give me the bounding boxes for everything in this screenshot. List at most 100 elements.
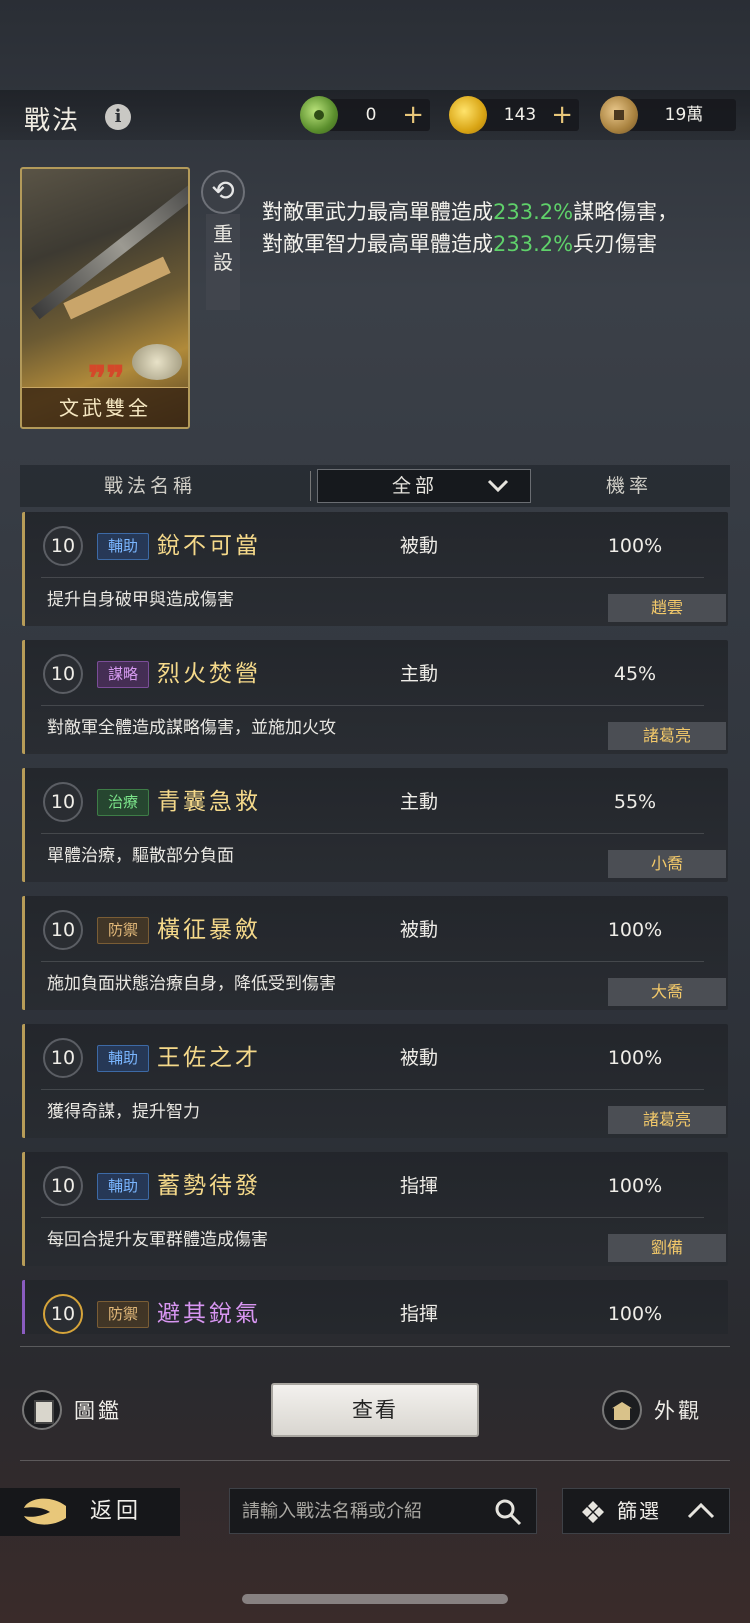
skill-name: 烈火焚營 xyxy=(157,661,261,687)
gold-currency: 143 + xyxy=(449,96,579,134)
appearance-icon[interactable] xyxy=(602,1390,642,1430)
level-badge: 10 xyxy=(43,1294,83,1334)
gold-plus-button[interactable]: + xyxy=(551,99,573,131)
skill-tag: 防禦 xyxy=(97,917,149,944)
row-divider xyxy=(41,577,704,578)
type-filter-dropdown[interactable]: 全部 xyxy=(317,469,531,503)
skill-owner: 劉備 xyxy=(608,1234,726,1262)
view-button[interactable]: 查看 xyxy=(271,1383,479,1437)
skill-name: 橫征暴斂 xyxy=(157,917,261,943)
filter-icon xyxy=(582,1501,604,1523)
skill-desc: 單體治療，驅散部分負面 xyxy=(47,846,234,866)
skill-row[interactable]: 10 防禦 避其銳氣 指揮 100% xyxy=(22,1280,728,1334)
coin-icon xyxy=(600,96,638,134)
skill-tag: 輔助 xyxy=(97,1045,149,1072)
search-box[interactable] xyxy=(229,1488,537,1534)
skill-rate: 45% xyxy=(613,663,657,685)
skill-name: 避其銳氣 xyxy=(157,1301,261,1327)
skill-tag: 謀略 xyxy=(97,661,149,688)
coin-value: 19萬 xyxy=(664,105,704,125)
skill-desc: 施加負面狀態治療自身，降低受到傷害 xyxy=(47,974,336,994)
level-badge: 10 xyxy=(43,526,83,566)
appearance-button-label[interactable]: 外觀 xyxy=(654,1395,702,1425)
skill-description: 對敵軍武力最高單體造成233.2%謀略傷害，對敵軍智力最高單體造成233.2%兵… xyxy=(262,196,682,260)
level-badge: 10 xyxy=(43,1038,83,1078)
skill-rate: 100% xyxy=(607,1175,663,1197)
level-badge: 10 xyxy=(43,654,83,694)
skill-owner: 大喬 xyxy=(608,978,726,1006)
row-divider xyxy=(41,1217,704,1218)
cup-art xyxy=(132,344,182,380)
skill-tag: 輔助 xyxy=(97,1173,149,1200)
skill-type: 指揮 xyxy=(400,1175,439,1197)
skill-name: 青囊急救 xyxy=(157,789,261,815)
desc-text-1: 對敵軍武力最高單體造成 xyxy=(262,200,493,224)
column-rate-header: 機率 xyxy=(606,475,653,497)
chevron-down-icon xyxy=(487,479,509,493)
skill-rate: 100% xyxy=(607,919,663,941)
back-button[interactable]: 返回 xyxy=(0,1488,180,1536)
home-indicator xyxy=(242,1594,508,1604)
skill-type: 被動 xyxy=(400,535,439,557)
coin-currency: 19萬 xyxy=(600,96,736,134)
skill-row[interactable]: 10 治療 青囊急救 主動 55% 單體治療，驅散部分負面 小喬 xyxy=(22,768,728,882)
jade-icon xyxy=(300,96,338,134)
skill-owner: 諸葛亮 xyxy=(608,1106,726,1134)
card-name: 文武雙全 xyxy=(22,387,188,427)
skill-type: 指揮 xyxy=(400,1303,439,1325)
skill-desc: 對敵軍全體造成謀略傷害，並施加火攻 xyxy=(47,718,336,738)
row-divider xyxy=(41,961,704,962)
skill-type: 被動 xyxy=(400,1047,439,1069)
page-title: 戰法 xyxy=(24,106,81,136)
reset-button-label[interactable]: 重設 xyxy=(210,220,236,276)
jade-value: 0 xyxy=(365,105,377,125)
jade-currency: 0 + xyxy=(300,96,430,134)
desc-highlight-2: 233.2% xyxy=(493,232,574,256)
reset-icon[interactable]: ⟲ xyxy=(201,170,245,214)
skill-rate: 100% xyxy=(607,535,663,557)
catalog-button-label[interactable]: 圖鑑 xyxy=(74,1395,122,1425)
divider xyxy=(20,1460,730,1461)
skill-tag: 治療 xyxy=(97,789,149,816)
skill-row[interactable]: 10 輔助 銳不可當 被動 100% 提升自身破甲與造成傷害 趙雲 xyxy=(22,512,728,626)
skill-row[interactable]: 10 輔助 王佐之才 被動 100% 獲得奇謀，提升智力 諸葛亮 xyxy=(22,1024,728,1138)
skill-tag: 防禦 xyxy=(97,1301,149,1328)
desc-highlight-1: 233.2% xyxy=(493,200,574,224)
table-header: 戰法名稱 全部 機率 xyxy=(20,465,730,507)
skill-type: 主動 xyxy=(400,663,439,685)
column-name-header: 戰法名稱 xyxy=(104,475,197,497)
skill-row[interactable]: 10 防禦 橫征暴斂 被動 100% 施加負面狀態治療自身，降低受到傷害 大喬 xyxy=(22,896,728,1010)
chevron-up-icon[interactable] xyxy=(687,1501,715,1521)
skill-type: 主動 xyxy=(400,791,439,813)
catalog-icon[interactable] xyxy=(22,1390,62,1430)
level-badge: 10 xyxy=(43,1166,83,1206)
filter-value: 全部 xyxy=(392,475,439,497)
skill-card[interactable]: ❞❞ 文武雙全 xyxy=(20,167,190,429)
back-label: 返回 xyxy=(90,1499,143,1524)
filter-button[interactable]: 篩選 xyxy=(562,1488,730,1534)
skill-desc: 每回合提升友軍群體造成傷害 xyxy=(47,1230,268,1250)
header-divider xyxy=(310,471,311,501)
jade-plus-button[interactable]: + xyxy=(402,99,424,131)
gold-value: 143 xyxy=(503,105,537,125)
skill-rate: 55% xyxy=(613,791,657,813)
skill-row[interactable]: 10 輔助 蓄勢待發 指揮 100% 每回合提升友軍群體造成傷害 劉備 xyxy=(22,1152,728,1266)
skill-owner: 諸葛亮 xyxy=(608,722,726,750)
info-icon[interactable]: i xyxy=(105,104,131,130)
search-input[interactable] xyxy=(242,1489,482,1533)
search-icon[interactable] xyxy=(494,1498,522,1526)
skill-row[interactable]: 10 謀略 烈火焚營 主動 45% 對敵軍全體造成謀略傷害，並施加火攻 諸葛亮 xyxy=(22,640,728,754)
skill-desc: 獲得奇謀，提升智力 xyxy=(47,1102,200,1122)
skill-desc: 提升自身破甲與造成傷害 xyxy=(47,590,234,610)
row-divider xyxy=(41,705,704,706)
skill-list[interactable]: 10 輔助 銳不可當 被動 100% 提升自身破甲與造成傷害 趙雲 10 謀略 … xyxy=(20,512,730,1334)
divider xyxy=(20,1346,730,1347)
filter-label: 篩選 xyxy=(617,1499,661,1523)
level-badge: 10 xyxy=(43,782,83,822)
level-badge: 10 xyxy=(43,910,83,950)
skill-type: 被動 xyxy=(400,919,439,941)
skill-name: 銳不可當 xyxy=(157,533,261,559)
skill-name: 王佐之才 xyxy=(157,1045,261,1071)
desc-text-3: 兵刃傷害 xyxy=(573,232,658,256)
skill-owner: 趙雲 xyxy=(608,594,726,622)
